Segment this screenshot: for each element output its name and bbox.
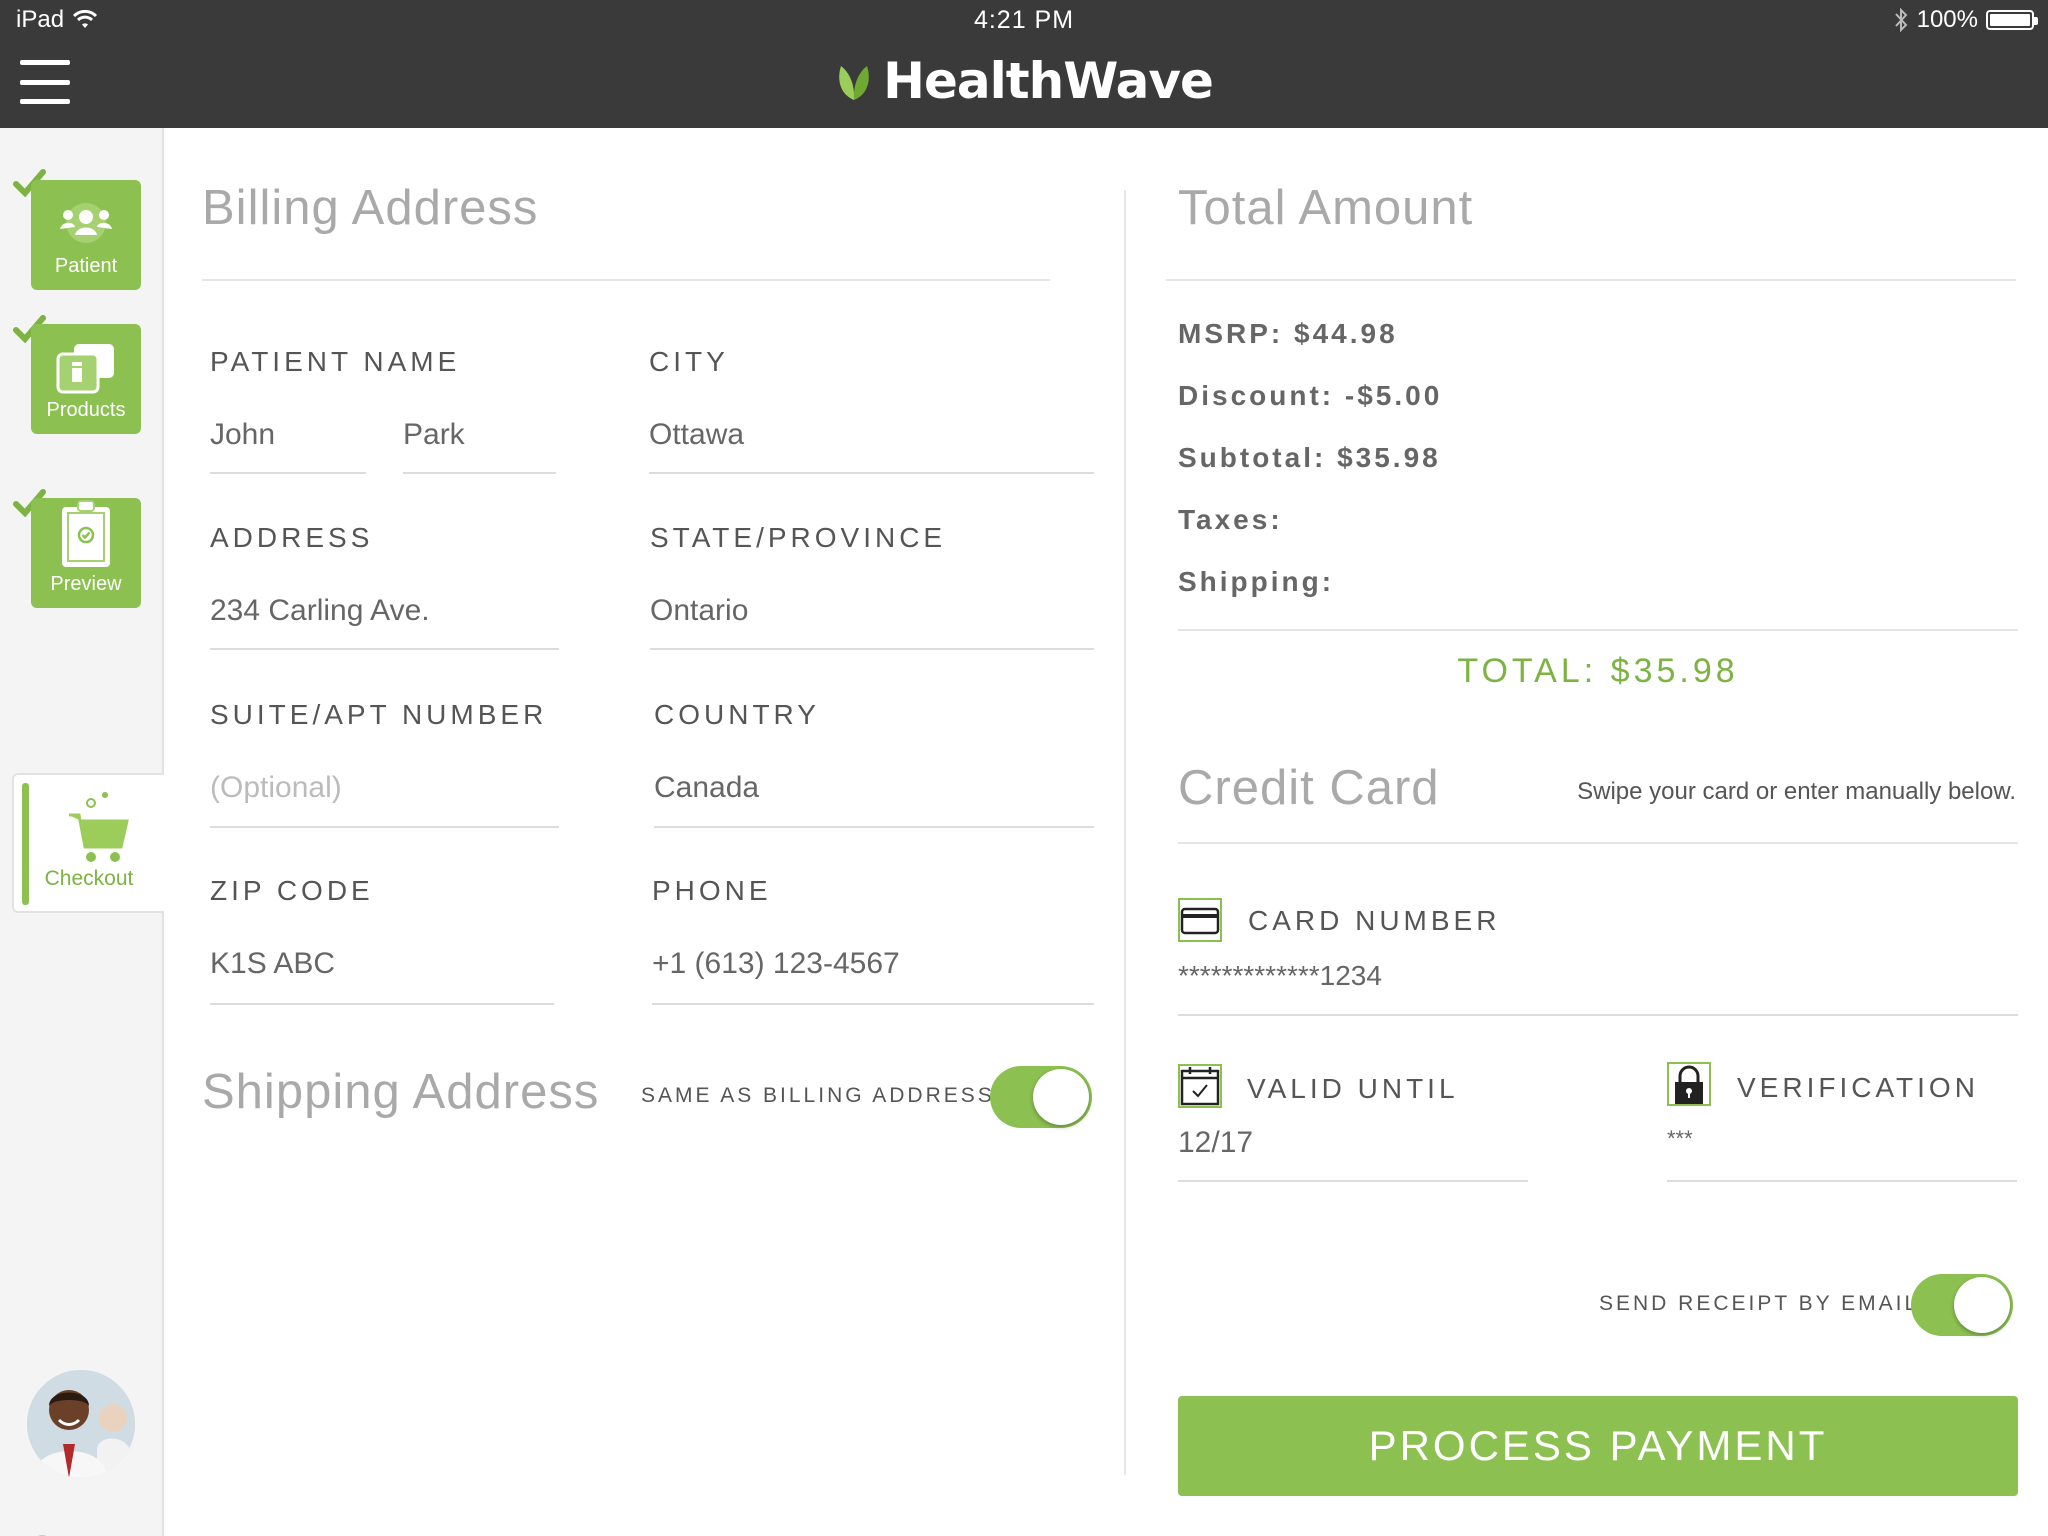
same-as-billing-toggle[interactable] bbox=[990, 1066, 1092, 1128]
verification-underline bbox=[1667, 1180, 2017, 1182]
last-name-underline bbox=[403, 472, 556, 474]
shipping-line: Shipping: bbox=[1178, 566, 1335, 597]
sidebar-step-checkout[interactable]: Checkout bbox=[12, 773, 164, 913]
billing-title-divider bbox=[202, 279, 1050, 281]
total-line: TOTAL: $35.98 bbox=[1457, 652, 1739, 690]
state-province-label: STATE/PROVINCE bbox=[650, 522, 947, 553]
doctor-avatar-image bbox=[27, 1370, 135, 1478]
phone-label: PHONE bbox=[652, 875, 772, 906]
zip-code-label: ZIP CODE bbox=[210, 875, 374, 906]
zip-code-field[interactable]: K1S ABC bbox=[210, 947, 335, 981]
state-province-field[interactable]: Ontario bbox=[650, 594, 748, 628]
valid-until-label: VALID UNTIL bbox=[1247, 1073, 1459, 1104]
country-label: COUNTRY bbox=[654, 699, 820, 730]
address-underline bbox=[210, 648, 559, 650]
shipping-address-title: Shipping Address bbox=[202, 1065, 600, 1119]
suite-apt-field[interactable]: (Optional) bbox=[210, 771, 342, 805]
sidebar-step-products[interactable]: Products bbox=[31, 324, 141, 434]
sidebar-step-label: Preview bbox=[50, 573, 122, 595]
sidebar-step-patient[interactable]: Patient bbox=[31, 180, 141, 290]
battery-percent: 100% bbox=[1916, 6, 1978, 33]
verification-label: VERIFICATION bbox=[1737, 1072, 1979, 1103]
top-bar: iPad 4:21 PM 100% HealthWave bbox=[0, 0, 2048, 128]
total-divider bbox=[1178, 629, 2018, 631]
leaf-logo-icon bbox=[839, 66, 869, 100]
cart-icon bbox=[69, 792, 129, 862]
valid-until-field[interactable]: 12/17 bbox=[1178, 1126, 1253, 1160]
taxes-line: Taxes: bbox=[1178, 504, 1283, 535]
phone-field[interactable]: +1 (613) 123-4567 bbox=[652, 947, 900, 981]
brand-logo: HealthWave bbox=[0, 52, 2048, 110]
total-title-divider bbox=[1166, 279, 2016, 281]
city-field[interactable]: Ottawa bbox=[649, 418, 744, 452]
verification-field[interactable]: *** bbox=[1667, 1126, 1693, 1152]
process-payment-button[interactable]: PROCESS PAYMENT bbox=[1178, 1396, 2018, 1496]
card-number-label: CARD NUMBER bbox=[1248, 905, 1501, 936]
step-indicator: Step 4 bbox=[0, 1528, 164, 1536]
sidebar-step-label: Checkout bbox=[44, 867, 134, 890]
sidebar-step-label: Products bbox=[46, 399, 126, 421]
avatar[interactable] bbox=[27, 1370, 135, 1478]
patient-icon bbox=[31, 194, 141, 254]
step-sidebar: Patient Products Preview Checkout bbox=[0, 128, 164, 1536]
toggle-knob bbox=[1954, 1277, 2010, 1333]
valid-until-underline bbox=[1178, 1180, 1528, 1182]
send-receipt-label: SEND RECEIPT BY EMAIL bbox=[1599, 1292, 1920, 1315]
lock-icon bbox=[1667, 1062, 1711, 1106]
status-right: 100% bbox=[1893, 6, 2038, 34]
msrp-line: MSRP: $44.98 bbox=[1178, 318, 1398, 349]
last-name-field[interactable]: Park bbox=[403, 418, 465, 452]
address-label: ADDRESS bbox=[210, 522, 374, 553]
state-province-underline bbox=[650, 648, 1094, 650]
patient-name-label: PATIENT NAME bbox=[210, 346, 461, 377]
zip-code-underline bbox=[210, 1003, 554, 1005]
products-icon bbox=[31, 338, 141, 398]
credit-card-title: Credit Card bbox=[1178, 761, 1440, 815]
credit-card-hint: Swipe your card or enter manually below. bbox=[1577, 778, 2016, 805]
card-number-field[interactable]: *************1234 bbox=[1178, 960, 1382, 992]
subtotal-line: Subtotal: $35.98 bbox=[1178, 442, 1441, 473]
discount-line: Discount: -$5.00 bbox=[1178, 380, 1443, 411]
country-field[interactable]: Canada bbox=[654, 771, 759, 805]
status-time: 4:21 PM bbox=[973, 6, 1075, 34]
city-label: CITY bbox=[649, 346, 729, 377]
total-amount-title: Total Amount bbox=[1178, 181, 1474, 235]
address-field[interactable]: 234 Carling Ave. bbox=[210, 594, 430, 628]
billing-address-title: Billing Address bbox=[202, 181, 539, 235]
bluetooth-icon bbox=[1894, 7, 1907, 33]
column-divider bbox=[1124, 190, 1126, 1475]
toggle-knob bbox=[1033, 1069, 1089, 1125]
preview-icon bbox=[31, 500, 141, 567]
brand-name: HealthWave bbox=[883, 52, 1214, 110]
sidebar-step-preview[interactable]: Preview bbox=[31, 498, 141, 608]
suite-apt-underline bbox=[210, 826, 559, 828]
suite-apt-label: SUITE/APT NUMBER bbox=[210, 699, 548, 730]
send-receipt-toggle[interactable] bbox=[1911, 1274, 2013, 1336]
credit-card-icon bbox=[1178, 898, 1222, 942]
same-as-billing-label: SAME AS BILLING ADDRESS bbox=[641, 1084, 995, 1107]
calendar-icon bbox=[1178, 1064, 1222, 1108]
first-name-field[interactable]: John bbox=[210, 418, 275, 452]
phone-underline bbox=[652, 1003, 1094, 1005]
card-number-underline bbox=[1178, 1014, 2018, 1016]
battery-icon bbox=[1986, 10, 2038, 30]
credit-card-divider bbox=[1178, 842, 2018, 844]
country-underline bbox=[654, 826, 1094, 828]
city-underline bbox=[649, 472, 1094, 474]
first-name-underline bbox=[210, 472, 366, 474]
sidebar-step-label: Patient bbox=[54, 255, 118, 277]
